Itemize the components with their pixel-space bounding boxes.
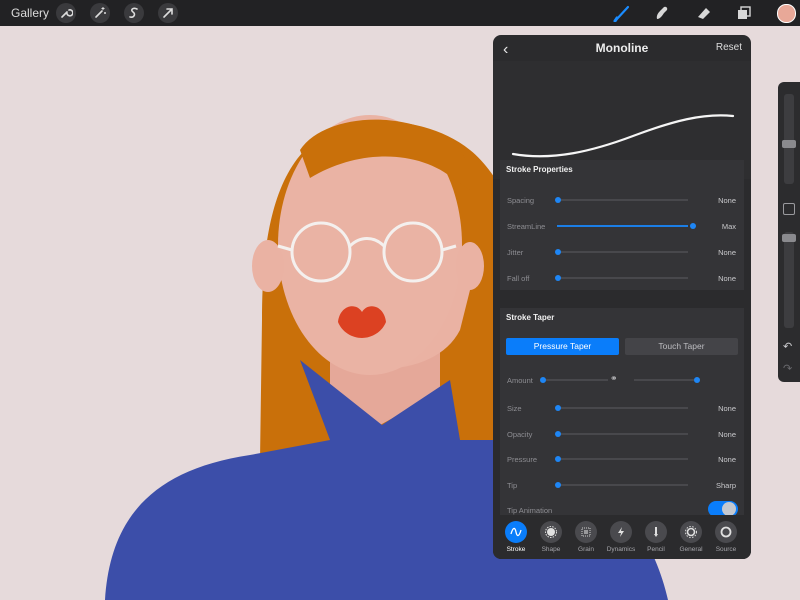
tab-label: Pencil (647, 546, 665, 553)
tab-label: Stroke (506, 546, 526, 553)
layers-icon[interactable] (735, 4, 755, 22)
streamline-label: StreamLine (507, 222, 546, 231)
magic-wand-icon[interactable] (90, 3, 110, 23)
jitter-value: None (718, 248, 736, 257)
tab-label: Shape (541, 546, 561, 553)
shape-icon (540, 521, 562, 543)
opacity-value: None (718, 430, 736, 439)
tab-dynamics[interactable]: Dynamics (604, 521, 638, 553)
wrench-icon[interactable] (56, 3, 76, 23)
tab-grain[interactable]: Grain (569, 521, 603, 553)
jitter-label: Jitter (507, 248, 524, 257)
opacity-label: Opacity (507, 430, 533, 439)
undo-icon[interactable]: ↶ (783, 340, 792, 353)
section-title: Stroke Taper (506, 313, 555, 322)
brush-studio-tabbar: Stroke Shape Grain Dynamics Pencil Gener… (493, 515, 751, 559)
jitter-slider[interactable] (557, 251, 688, 253)
amount-left-handle[interactable] (540, 377, 546, 383)
selection-icon[interactable] (124, 3, 144, 23)
amount-right-slider[interactable] (634, 379, 694, 381)
tab-label: General (679, 546, 703, 553)
brush-name-title: Monoline (595, 41, 649, 55)
pressure-handle[interactable] (555, 456, 561, 462)
streamline-value: Max (721, 222, 736, 231)
brush-icon[interactable] (612, 4, 632, 23)
tab-stroke[interactable]: Stroke (499, 521, 533, 553)
streamline-handle[interactable] (690, 223, 696, 229)
size-label: Size (507, 404, 522, 413)
section-title: Stroke Properties (506, 165, 573, 174)
brush-studio-panel: ‹ Monoline Reset Stroke Properties Spaci… (493, 35, 751, 559)
amount-right-handle[interactable] (694, 377, 700, 383)
spacing-label: Spacing (507, 196, 535, 205)
jitter-handle[interactable] (555, 249, 561, 255)
pressure-value: None (718, 455, 736, 464)
tip-handle[interactable] (555, 482, 561, 488)
brush-opacity-slider[interactable] (782, 232, 796, 328)
source-icon (715, 521, 737, 543)
falloff-label: Fall off (507, 274, 530, 283)
amount-label: Amount (507, 376, 533, 385)
spacing-value: None (718, 196, 736, 205)
right-sidebar: ↶ ↷ (778, 82, 800, 382)
streamline-slider[interactable] (557, 225, 688, 227)
color-picker-button[interactable] (777, 4, 796, 23)
toggle-knob (722, 502, 736, 516)
brush-opacity-handle[interactable] (782, 234, 796, 242)
dynamics-icon (610, 521, 632, 543)
square-icon[interactable] (783, 203, 795, 215)
pressure-slider[interactable] (557, 458, 688, 460)
eraser-icon[interactable] (694, 4, 714, 22)
falloff-handle[interactable] (555, 275, 561, 281)
pressure-label: Pressure (507, 455, 538, 464)
pressure-taper-button[interactable]: Pressure Taper (506, 338, 619, 355)
amount-left-slider[interactable] (542, 379, 608, 381)
tip-slider[interactable] (557, 484, 688, 486)
tip-value: Sharp (715, 481, 736, 490)
tab-pencil[interactable]: Pencil (639, 521, 673, 553)
tab-label: Grain (578, 546, 594, 553)
transform-arrow-icon[interactable] (158, 3, 178, 23)
tab-shape[interactable]: Shape (534, 521, 568, 553)
stroke-properties-section: Stroke Properties Spacing None StreamLin… (500, 160, 744, 290)
falloff-value: None (718, 274, 736, 283)
opacity-handle[interactable] (555, 431, 561, 437)
stroke-taper-section: Stroke Taper Pressure Taper Touch Taper … (500, 308, 744, 518)
spacing-handle[interactable] (555, 197, 561, 203)
size-handle[interactable] (555, 405, 561, 411)
tip-label: Tip (507, 481, 518, 490)
redo-icon[interactable]: ↷ (783, 362, 792, 375)
brush-size-slider[interactable] (782, 94, 796, 184)
top-toolbar: Gallery (0, 0, 800, 26)
gallery-button[interactable]: Gallery (11, 6, 49, 20)
pencil-icon (645, 521, 667, 543)
size-value: None (718, 404, 736, 413)
touch-taper-button[interactable]: Touch Taper (625, 338, 738, 355)
size-slider[interactable] (557, 407, 688, 409)
reset-button[interactable]: Reset (716, 42, 742, 53)
falloff-slider[interactable] (557, 277, 688, 279)
smudge-icon[interactable] (652, 4, 672, 22)
tab-source[interactable]: Source (709, 521, 743, 553)
spacing-slider[interactable] (557, 199, 688, 201)
tab-label: Source (715, 546, 737, 553)
tab-general[interactable]: General (674, 521, 708, 553)
brush-size-handle[interactable] (782, 140, 796, 148)
link-icon[interactable]: ⚭ (610, 373, 618, 384)
general-icon (680, 521, 702, 543)
tip-animation-label: Tip Animation (507, 506, 553, 515)
opacity-slider[interactable] (557, 433, 688, 435)
tab-label: Dynamics (606, 546, 636, 553)
stroke-icon (505, 521, 527, 543)
grain-icon (575, 521, 597, 543)
